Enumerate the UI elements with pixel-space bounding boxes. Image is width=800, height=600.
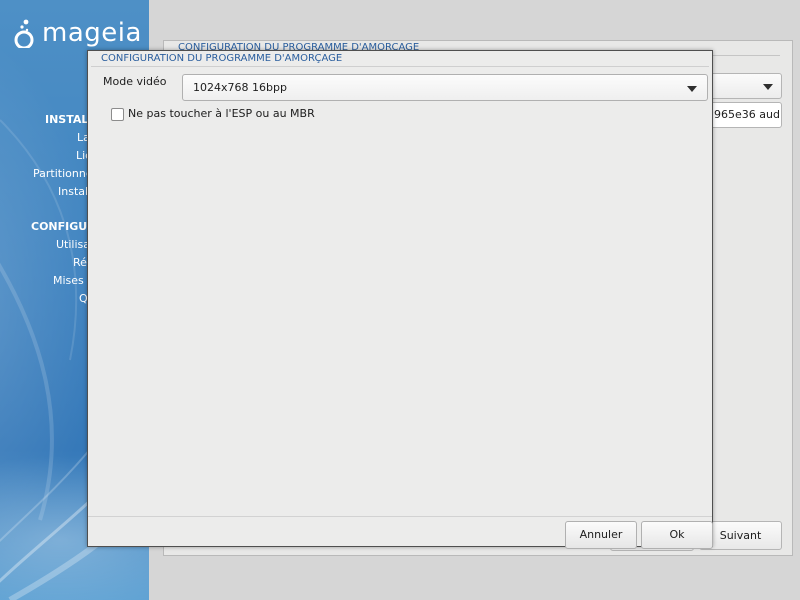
mageia-cauldron-icon	[14, 19, 34, 48]
video-mode-dropdown[interactable]: 1024x768 16bpp	[182, 74, 708, 101]
video-mode-label: Mode vidéo	[103, 75, 167, 88]
bootloader-config-dialog: CONFIGURATION DU PROGRAMME D'AMORÇAGE Mo…	[87, 50, 713, 549]
button-bar-divider	[88, 516, 712, 517]
esp-mbr-checkbox[interactable]	[111, 108, 124, 121]
cancel-button[interactable]: Annuler	[565, 521, 637, 549]
esp-mbr-checkbox-label[interactable]: Ne pas toucher à l'ESP ou au MBR	[128, 107, 315, 120]
mageia-logo: mageia	[12, 16, 142, 50]
ok-button[interactable]: Ok	[641, 521, 713, 549]
background-dropdown[interactable]	[704, 73, 782, 99]
dialog-title: CONFIGURATION DU PROGRAMME D'AMORÇAGE	[101, 53, 343, 64]
logo-text: mageia	[42, 18, 142, 48]
chevron-down-icon	[763, 84, 773, 90]
video-mode-value: 1024x768 16bpp	[193, 81, 287, 94]
title-divider	[91, 66, 709, 67]
chevron-down-icon	[687, 86, 697, 92]
